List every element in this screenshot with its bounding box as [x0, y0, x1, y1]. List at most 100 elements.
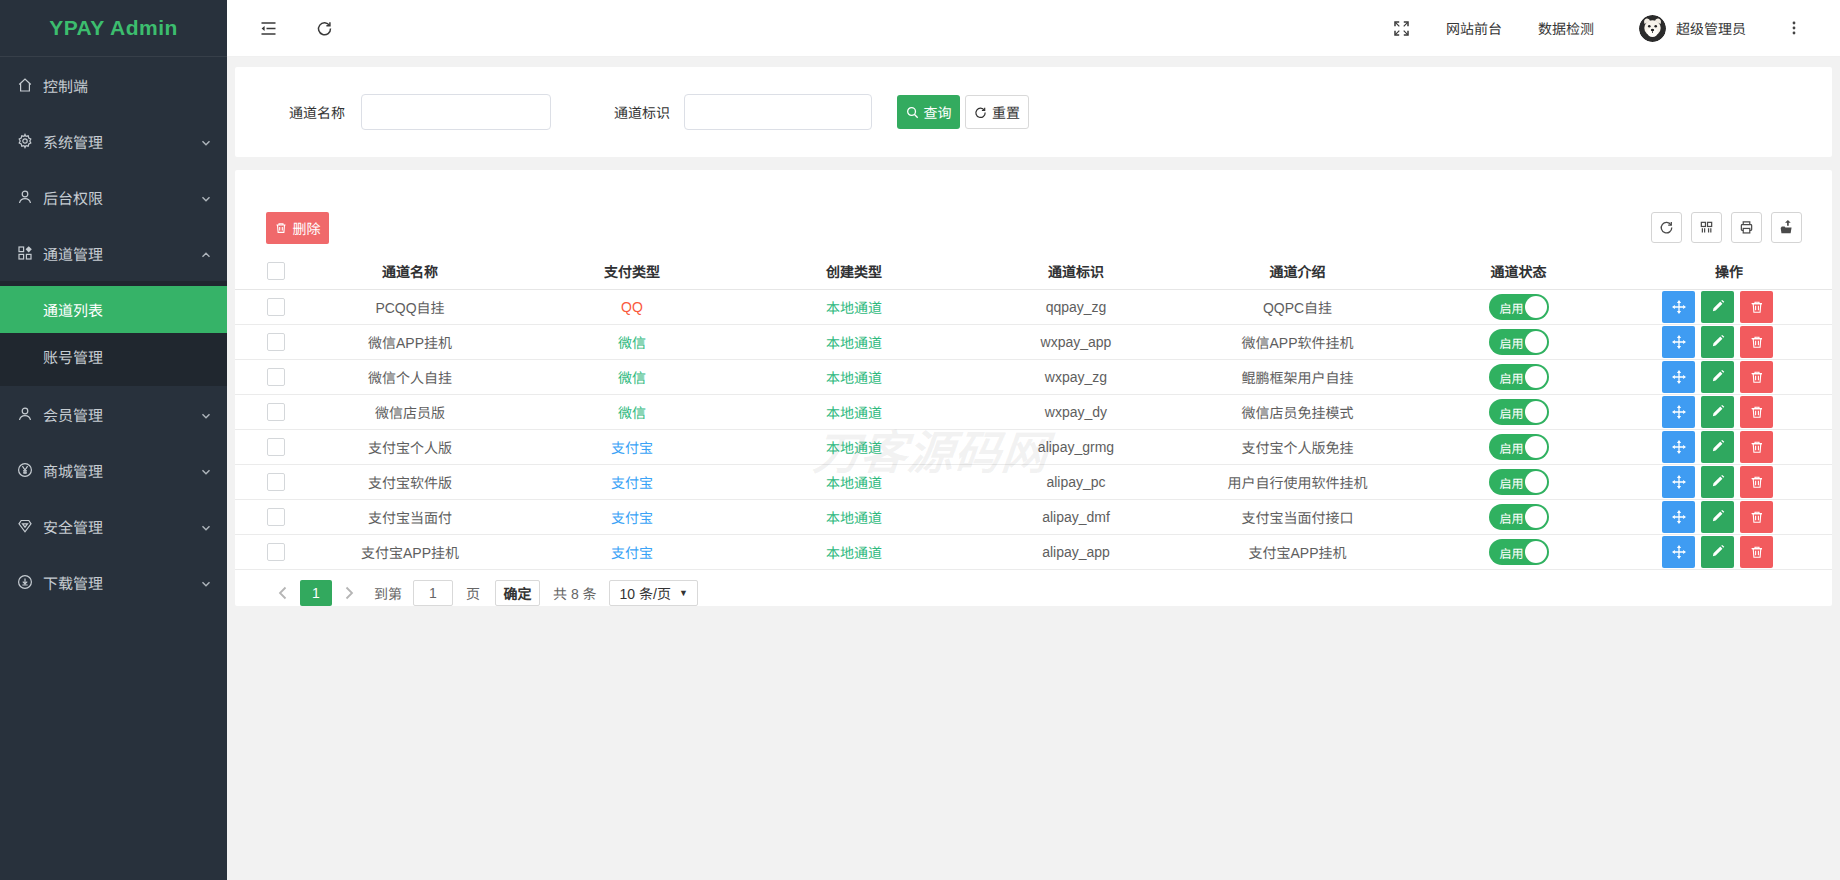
cell-pay-type[interactable]: 微信 [618, 370, 646, 386]
sidebar-item[interactable]: 控制端 [0, 57, 227, 113]
delete-row-button[interactable] [1740, 326, 1773, 358]
page-size-select[interactable]: 10 条/页▼ [609, 580, 698, 606]
data-check-link[interactable]: 数据检测 [1520, 18, 1612, 38]
row-checkbox[interactable] [267, 508, 285, 526]
fullscreen-icon[interactable] [1393, 20, 1410, 37]
sidebar-item[interactable]: 下载管理 [0, 554, 227, 610]
table-refresh-button[interactable] [1651, 212, 1682, 243]
cell-create-type[interactable]: 本地通道 [826, 335, 882, 351]
status-toggle[interactable]: 启用 [1489, 364, 1549, 390]
column-header: 创建类型 [743, 261, 965, 281]
delete-row-button[interactable] [1740, 291, 1773, 323]
sidebar-item[interactable]: 系统管理 [0, 113, 227, 169]
next-page-icon[interactable] [341, 585, 357, 601]
sidebar-subitem[interactable]: 通道列表 [0, 286, 227, 333]
row-checkbox[interactable] [267, 333, 285, 351]
row-checkbox[interactable] [267, 403, 285, 421]
kebab-icon[interactable] [1786, 20, 1802, 36]
edit-button[interactable] [1701, 431, 1734, 463]
prev-page-icon[interactable] [275, 585, 291, 601]
move-button[interactable] [1662, 396, 1695, 428]
row-checkbox[interactable] [267, 368, 285, 386]
delete-row-button[interactable] [1740, 536, 1773, 568]
refresh-icon[interactable] [316, 20, 333, 37]
export-button[interactable] [1771, 212, 1802, 243]
sidebar-item[interactable]: 通道管理 [0, 225, 227, 281]
site-front-link[interactable]: 网站前台 [1428, 18, 1520, 38]
cell-channel-name: 微信个人自挂 [299, 367, 521, 387]
sidebar-item[interactable]: 商城管理 [0, 442, 227, 498]
search-button[interactable]: 查询 [897, 95, 960, 129]
move-button[interactable] [1662, 501, 1695, 533]
cell-create-type[interactable]: 本地通道 [826, 405, 882, 421]
sidebar-item[interactable]: 后台权限 [0, 169, 227, 225]
move-button[interactable] [1662, 361, 1695, 393]
edit-button[interactable] [1701, 291, 1734, 323]
sidebar-item[interactable]: 安全管理 [0, 498, 227, 554]
edit-button[interactable] [1701, 501, 1734, 533]
edit-button[interactable] [1701, 396, 1734, 428]
edit-button[interactable] [1701, 536, 1734, 568]
print-button[interactable] [1731, 212, 1762, 243]
cell-create-type[interactable]: 本地通道 [826, 300, 882, 316]
trash-icon [1750, 475, 1764, 489]
cell-create-type[interactable]: 本地通道 [826, 370, 882, 386]
sidebar-subitem[interactable]: 账号管理 [0, 333, 227, 380]
select-all-checkbox[interactable] [267, 262, 285, 280]
row-checkbox[interactable] [267, 543, 285, 561]
cell-create-type[interactable]: 本地通道 [826, 440, 882, 456]
reset-button[interactable]: 重置 [965, 95, 1029, 129]
status-toggle[interactable]: 启用 [1489, 399, 1549, 425]
status-toggle[interactable]: 启用 [1489, 539, 1549, 565]
cell-pay-type[interactable]: 支付宝 [611, 510, 653, 526]
channel-code-input[interactable] [684, 94, 872, 130]
cell-create-type[interactable]: 本地通道 [826, 475, 882, 491]
cell-pay-type[interactable]: 微信 [618, 335, 646, 351]
cell-pay-type[interactable]: QQ [621, 299, 643, 315]
delete-row-button[interactable] [1740, 466, 1773, 498]
row-checkbox[interactable] [267, 473, 285, 491]
avatar[interactable] [1639, 15, 1666, 42]
delete-row-button[interactable] [1740, 431, 1773, 463]
status-toggle[interactable]: 启用 [1489, 469, 1549, 495]
cell-pay-type[interactable]: 微信 [618, 405, 646, 421]
print-icon [1739, 220, 1754, 235]
confirm-page-button[interactable]: 确定 [495, 580, 540, 606]
status-toggle[interactable]: 启用 [1489, 504, 1549, 530]
username[interactable]: 超级管理员 [1676, 18, 1746, 38]
collapse-menu-icon[interactable] [260, 20, 277, 37]
cell-create-type[interactable]: 本地通道 [826, 545, 882, 561]
row-checkbox[interactable] [267, 298, 285, 316]
columns-filter-button[interactable] [1691, 212, 1722, 243]
channel-name-input[interactable] [361, 94, 551, 130]
cell-pay-type[interactable]: 支付宝 [611, 545, 653, 561]
delete-row-button[interactable] [1740, 501, 1773, 533]
column-header: 通道状态 [1408, 261, 1629, 281]
page-number-current[interactable]: 1 [300, 580, 332, 606]
status-label: 启用 [1500, 439, 1524, 456]
row-checkbox[interactable] [267, 438, 285, 456]
cell-pay-type[interactable]: 支付宝 [611, 475, 653, 491]
topbar-right: 网站前台 数据检测 超级管理员 [1393, 15, 1802, 42]
move-button[interactable] [1662, 466, 1695, 498]
move-button[interactable] [1662, 326, 1695, 358]
cell-channel-code: alipay_dmf [965, 509, 1187, 525]
pencil-icon [1711, 440, 1725, 454]
move-button[interactable] [1662, 431, 1695, 463]
column-header: 通道介绍 [1187, 261, 1408, 281]
move-button[interactable] [1662, 536, 1695, 568]
delete-button[interactable]: 删除 [266, 212, 329, 244]
cell-pay-type[interactable]: 支付宝 [611, 440, 653, 456]
status-toggle[interactable]: 启用 [1489, 434, 1549, 460]
sidebar-item[interactable]: 会员管理 [0, 386, 227, 442]
cell-create-type[interactable]: 本地通道 [826, 510, 882, 526]
move-button[interactable] [1662, 291, 1695, 323]
edit-button[interactable] [1701, 326, 1734, 358]
status-toggle[interactable]: 启用 [1489, 294, 1549, 320]
goto-page-input[interactable] [413, 580, 453, 606]
status-toggle[interactable]: 启用 [1489, 329, 1549, 355]
edit-button[interactable] [1701, 361, 1734, 393]
edit-button[interactable] [1701, 466, 1734, 498]
delete-row-button[interactable] [1740, 361, 1773, 393]
delete-row-button[interactable] [1740, 396, 1773, 428]
